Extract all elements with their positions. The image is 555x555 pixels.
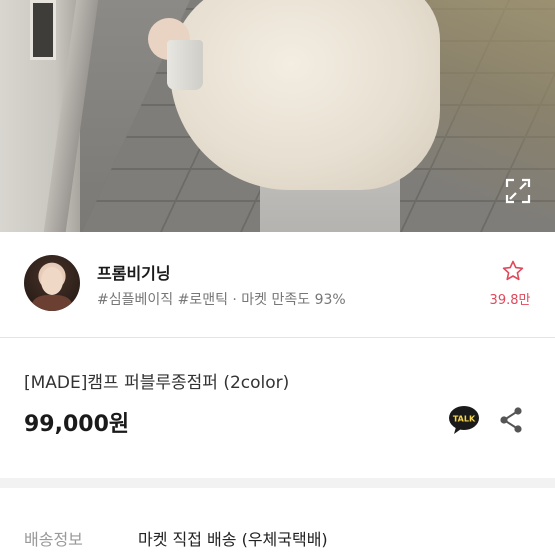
share-icon [500,407,522,433]
expand-icon [505,178,531,204]
favorite-button[interactable]: 39.8만 [490,259,533,308]
section-gap [0,478,555,488]
kakao-talk-button[interactable]: TALK [448,405,480,435]
delivery-section: 배송정보 마켓 직접 배송 (우체국택배) [0,488,555,555]
photo-cup [167,40,203,90]
photo-door [30,0,56,60]
seller-tags: #심플베이직 #로맨틱 · 마켓 만족도 93% [97,292,346,308]
seller-section: 프롬비기닝 #심플베이직 #로맨틱 · 마켓 만족도 93% 39.8만 [0,232,555,337]
talk-label: TALK [453,415,476,424]
avatar-body [32,295,72,311]
kakao-talk-icon: TALK [449,406,479,434]
seller-avatar[interactable] [24,255,80,311]
avatar-face [41,267,63,295]
product-info: [MADE]캠프 퍼블루종점퍼 (2color) 99,000원 TALK [0,338,555,478]
star-outline-icon [502,260,524,281]
product-price: 99,000원 [24,412,130,437]
favorite-count: 39.8만 [489,293,531,308]
product-title: [MADE]캠프 퍼블루종점퍼 (2color) [24,373,290,393]
delivery-value: 마켓 직접 배송 (우체국택배) [138,530,328,549]
product-photo[interactable] [0,0,555,232]
seller-name[interactable]: 프롬비기닝 [97,260,171,284]
expand-button[interactable] [505,178,531,204]
share-button[interactable] [498,406,524,434]
delivery-label: 배송정보 [24,530,83,549]
